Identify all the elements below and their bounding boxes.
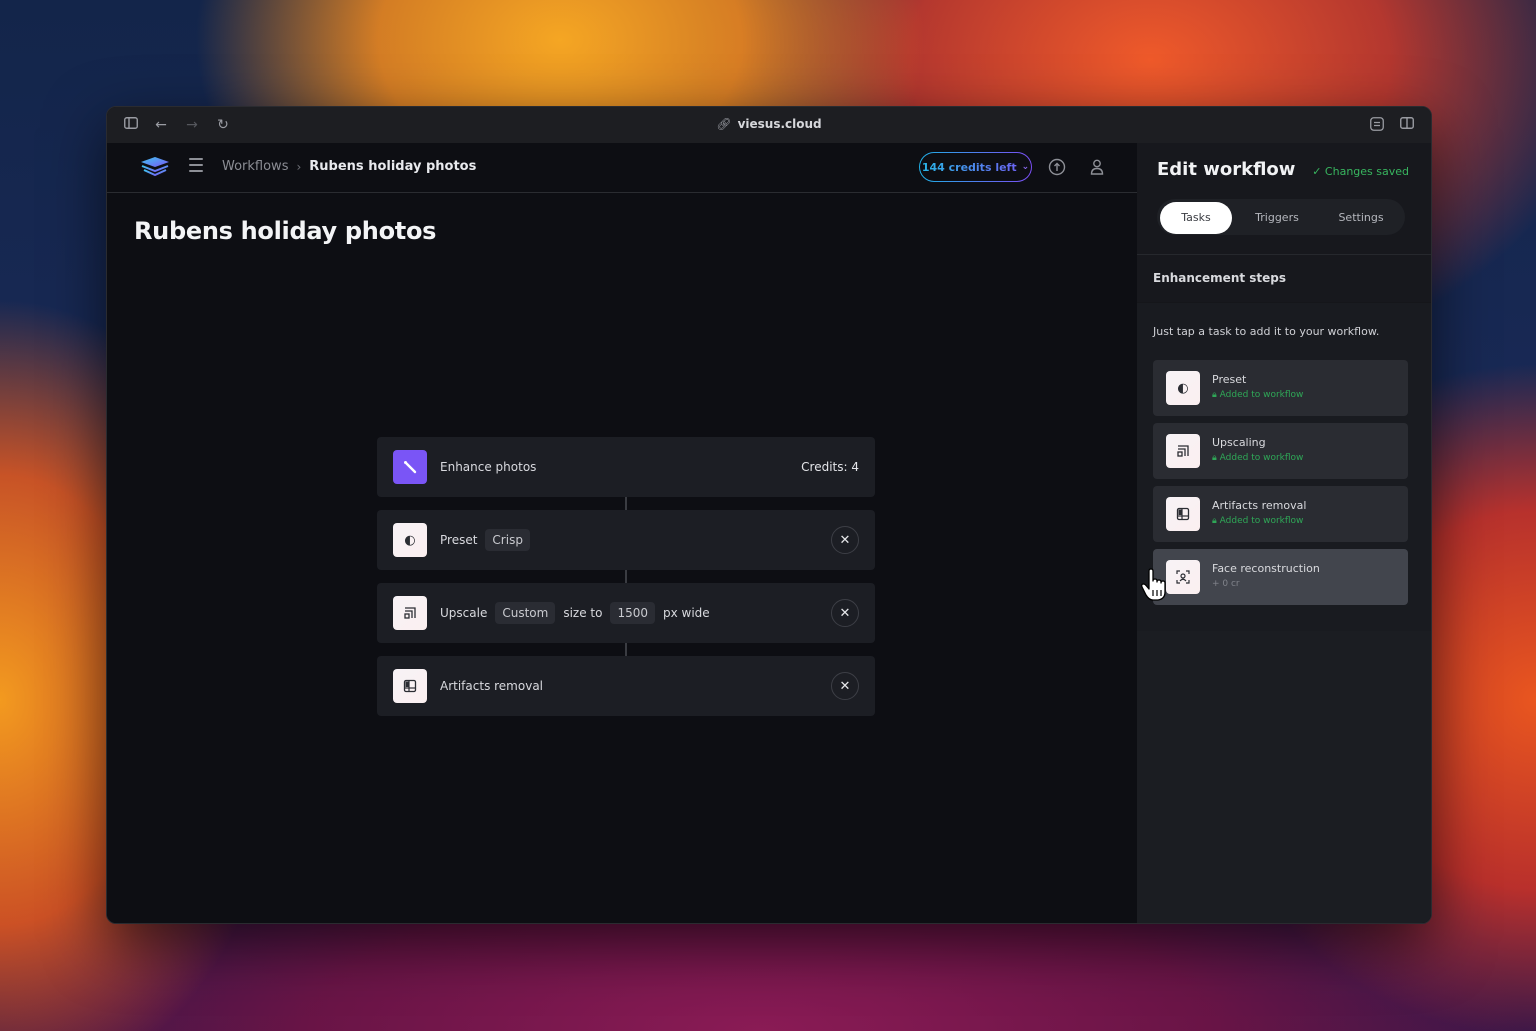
lock-icon: 🔒︎ xyxy=(1212,453,1220,463)
browser-window: ← → ↻ 🔗︎ viesus.cloud Workflows › Rubens… xyxy=(106,106,1432,924)
task-status-text: Added to workflow xyxy=(1219,453,1304,463)
step-card-artifacts[interactable]: Artifacts removal ✕ xyxy=(377,656,875,716)
task-credits: + 0 cr xyxy=(1212,579,1240,589)
breadcrumb-current: Rubens holiday photos xyxy=(309,159,477,174)
workflow-canvas: Enhance photos Credits: 4 ◐ Preset Crisp… xyxy=(377,437,875,716)
edit-workflow-panel: Edit workflow ✓ Changes saved Tasks Trig… xyxy=(1137,143,1431,923)
breadcrumb: Workflows › Rubens holiday photos xyxy=(222,159,476,174)
check-icon: ✓ xyxy=(1312,165,1325,178)
address-bar[interactable]: 🔗︎ viesus.cloud xyxy=(107,117,1431,131)
panel-tabs: Tasks Triggers Settings xyxy=(1157,199,1405,235)
artifacts-icon xyxy=(1166,497,1200,531)
browser-toolbar: ← → ↻ 🔗︎ viesus.cloud xyxy=(107,107,1431,143)
tab-triggers[interactable]: Triggers xyxy=(1237,202,1317,234)
remove-step-button[interactable]: ✕ xyxy=(831,526,859,554)
upscale-text-mid: size to xyxy=(563,606,603,620)
link-icon: 🔗︎ xyxy=(716,117,732,131)
connector-line xyxy=(625,643,627,656)
upscale-icon xyxy=(1166,434,1200,468)
section-header: Enhancement steps xyxy=(1137,255,1431,303)
page-title: Rubens holiday photos xyxy=(134,217,437,245)
tab-settings[interactable]: Settings xyxy=(1321,202,1401,234)
split-view-icon[interactable] xyxy=(1399,117,1415,133)
close-icon: ✕ xyxy=(839,678,851,694)
step-label: Upscale xyxy=(440,606,488,620)
task-status: 🔒︎ Added to workflow xyxy=(1212,390,1303,400)
preset-icon: ◐ xyxy=(1166,371,1200,405)
task-status-text: Added to workflow xyxy=(1219,516,1304,526)
workflow-header-card[interactable]: Enhance photos Credits: 4 xyxy=(377,437,875,497)
artifacts-icon xyxy=(393,669,427,703)
task-item-upscaling[interactable]: Upscaling 🔒︎ Added to workflow xyxy=(1153,423,1408,479)
app: Workflows › Rubens holiday photos 144 cr… xyxy=(107,143,1431,923)
workflow-credits: Credits: 4 xyxy=(801,460,859,474)
task-name: Upscaling xyxy=(1212,436,1266,449)
remove-step-button[interactable]: ✕ xyxy=(831,599,859,627)
lock-icon: 🔒︎ xyxy=(1212,390,1220,400)
panel-title: Edit workflow xyxy=(1157,159,1296,180)
section-title: Enhancement steps xyxy=(1153,271,1287,285)
magic-wand-icon xyxy=(393,450,427,484)
step-card-upscale[interactable]: Upscale Custom size to 1500 px wide ✕ xyxy=(377,583,875,643)
step-label: Preset xyxy=(440,533,478,547)
face-icon xyxy=(1166,560,1200,594)
credits-label: 144 credits left xyxy=(921,160,1017,174)
task-item-artifacts-removal[interactable]: Artifacts removal 🔒︎ Added to workflow xyxy=(1153,486,1408,542)
upscale-icon xyxy=(393,596,427,630)
workflow-name: Enhance photos xyxy=(440,460,537,474)
preset-icon: ◐ xyxy=(393,523,427,557)
preset-chip[interactable]: Crisp xyxy=(485,529,530,551)
hand-cursor-icon xyxy=(1140,568,1168,602)
reader-icon[interactable] xyxy=(1369,117,1385,133)
credits-dropdown[interactable]: 144 credits left ⌄ xyxy=(919,152,1032,182)
lock-icon: 🔒︎ xyxy=(1212,516,1220,526)
task-item-preset[interactable]: ◐ Preset 🔒︎ Added to workflow xyxy=(1153,360,1408,416)
close-icon: ✕ xyxy=(839,532,851,548)
save-status: ✓ Changes saved xyxy=(1312,165,1409,178)
tab-tasks[interactable]: Tasks xyxy=(1160,202,1232,234)
task-item-face-reconstruction[interactable]: Face reconstruction + 0 cr xyxy=(1153,549,1408,605)
app-logo-icon[interactable] xyxy=(141,157,169,177)
task-status: 🔒︎ Added to workflow xyxy=(1212,516,1303,526)
upload-icon[interactable] xyxy=(1048,158,1066,176)
connector-line xyxy=(625,497,627,510)
upscale-width-chip[interactable]: 1500 xyxy=(610,602,655,624)
close-icon: ✕ xyxy=(839,605,851,621)
panel-header: Edit workflow ✓ Changes saved Tasks Trig… xyxy=(1137,143,1431,255)
save-status-text: Changes saved xyxy=(1324,165,1409,178)
task-name: Preset xyxy=(1212,373,1247,386)
breadcrumb-workflows-link[interactable]: Workflows xyxy=(222,159,288,174)
upscale-text-end: px wide xyxy=(663,606,710,620)
task-name: Artifacts removal xyxy=(1212,499,1307,512)
breadcrumb-separator: › xyxy=(296,159,302,174)
task-list: Just tap a task to add it to your workfl… xyxy=(1137,303,1431,631)
step-card-preset[interactable]: ◐ Preset Crisp ✕ xyxy=(377,510,875,570)
task-status: 🔒︎ Added to workflow xyxy=(1212,453,1303,463)
task-name: Face reconstruction xyxy=(1212,562,1320,575)
hint-text: Just tap a task to add it to your workfl… xyxy=(1153,325,1380,338)
task-status-text: Added to workflow xyxy=(1219,390,1304,400)
top-nav: Workflows › Rubens holiday photos 144 cr… xyxy=(107,143,1137,193)
upscale-mode-chip[interactable]: Custom xyxy=(495,602,556,624)
remove-step-button[interactable]: ✕ xyxy=(831,672,859,700)
url-text: viesus.cloud xyxy=(737,117,822,131)
step-label: Artifacts removal xyxy=(440,679,544,693)
menu-icon[interactable] xyxy=(189,158,203,172)
user-icon[interactable] xyxy=(1088,158,1106,176)
connector-line xyxy=(625,570,627,583)
chevron-down-icon: ⌄ xyxy=(1021,162,1030,172)
